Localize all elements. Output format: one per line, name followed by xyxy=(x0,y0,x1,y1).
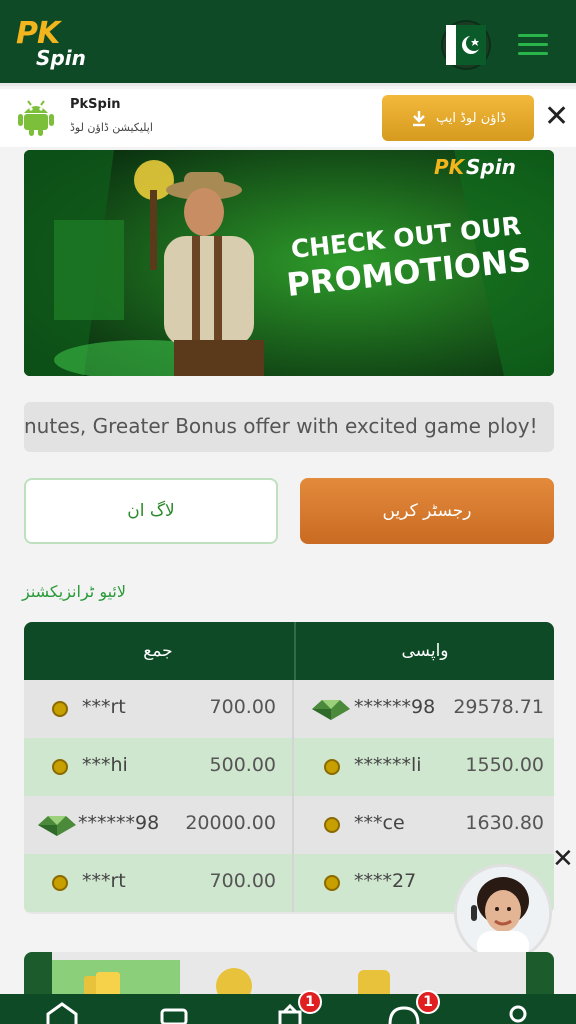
android-icon xyxy=(18,100,54,136)
download-app-button[interactable]: ڈاؤن لوڈ ایپ xyxy=(382,95,534,141)
app-description: اپلیکیشن ڈاؤن لوڈ xyxy=(70,121,153,134)
deposit-amount: 500.00 xyxy=(209,754,276,776)
deposit-user: ******98 xyxy=(78,812,160,834)
pkspin-logo[interactable]: PK Spin xyxy=(16,16,98,72)
withdraw-cell: ***ce 1630.80 xyxy=(292,796,554,854)
coin-icon xyxy=(324,759,340,775)
banner-brand-spin: Spin xyxy=(466,155,516,179)
withdraw-header: واپسی xyxy=(294,622,554,680)
withdraw-amount: 1550.00 xyxy=(465,754,544,776)
home-icon[interactable] xyxy=(44,1002,80,1024)
top-header: PK Spin xyxy=(0,0,576,86)
deposit-amount: 700.00 xyxy=(209,696,276,718)
gift-nav-item[interactable]: 1 xyxy=(272,990,322,1024)
register-button[interactable]: رجسٹر کریں xyxy=(300,478,554,544)
deposit-amount: 20000.00 xyxy=(185,812,276,834)
profile-icon[interactable] xyxy=(500,1002,536,1024)
logo-spin-text: Spin xyxy=(36,46,86,70)
table-header: جمع واپسی xyxy=(24,622,554,680)
deposit-user: ***rt xyxy=(82,870,126,892)
close-app-bar-icon[interactable]: ✕ xyxy=(544,99,569,135)
announcement-ticker: nutes, Greater Bonus offer with excited … xyxy=(24,402,554,452)
deposit-header: جمع xyxy=(143,641,173,661)
withdraw-user: ****27 xyxy=(354,870,417,892)
deposit-cell: ***rt 700.00 xyxy=(24,680,288,738)
table-row: ***rt 700.00 ******98 29578.71 xyxy=(24,680,554,738)
coin-icon xyxy=(52,759,68,775)
coin-icon xyxy=(52,875,68,891)
promotions-icon[interactable] xyxy=(156,1002,192,1024)
table-row: ******98 20000.00 ***ce 1630.80 xyxy=(24,796,554,854)
app-download-bar: PkSpin اپلیکیشن ڈاؤن لوڈ ڈاؤن لوڈ ایپ ✕ xyxy=(0,89,576,147)
withdraw-user: ******li xyxy=(354,754,422,776)
close-support-icon[interactable]: ✕ xyxy=(552,844,574,874)
download-icon xyxy=(413,111,426,127)
gift-badge: 1 xyxy=(298,990,322,1014)
promotions-banner[interactable]: PK Spin CHECK OUT OUR PROMOTIONS xyxy=(24,150,554,376)
deposit-user: ***rt xyxy=(82,696,126,718)
deposit-user: ***hi xyxy=(82,754,128,776)
flag-graphic xyxy=(446,25,486,65)
messages-nav-item[interactable]: 1 xyxy=(386,990,440,1024)
bottom-navigation: 1 1 xyxy=(0,990,576,1024)
withdraw-user: ***ce xyxy=(354,812,405,834)
banner-brand-pk: PK xyxy=(434,155,466,179)
deposit-cell: ***hi 500.00 xyxy=(24,738,288,796)
coin-icon xyxy=(324,875,340,891)
pakistan-flag-icon[interactable] xyxy=(443,22,489,68)
deposit-cell: ***rt 700.00 xyxy=(24,854,288,912)
vip-gem-icon xyxy=(38,816,76,836)
withdraw-amount: 1630.80 xyxy=(465,812,544,834)
ticker-text: nutes, Greater Bonus offer with excited … xyxy=(24,414,538,438)
vip-gem-icon xyxy=(312,700,350,720)
deposit-amount: 700.00 xyxy=(209,870,276,892)
coin-icon xyxy=(52,701,68,717)
deposit-cell: ******98 20000.00 xyxy=(24,796,288,854)
messages-badge: 1 xyxy=(416,990,440,1014)
withdraw-cell: ******li 1550.00 xyxy=(292,738,554,796)
coin-icon xyxy=(324,817,340,833)
banner-artwork: PK Spin CHECK OUT OUR PROMOTIONS xyxy=(24,150,554,376)
app-name: PkSpin xyxy=(70,97,121,112)
live-transactions-title: لائیو ٹرانزیکشنز xyxy=(22,582,126,601)
login-button[interactable]: لاگ ان xyxy=(24,478,278,544)
transactions-table: جمع واپسی ***rt 700.00 ******98 29578.71… xyxy=(24,622,554,914)
hamburger-menu-icon[interactable] xyxy=(518,34,548,56)
withdraw-amount: 29578.71 xyxy=(453,696,544,718)
support-chat-avatar[interactable] xyxy=(454,864,552,962)
withdraw-user: ******98 xyxy=(354,696,436,718)
support-agent-icon xyxy=(457,867,549,959)
withdraw-cell: ******98 29578.71 xyxy=(292,680,554,738)
table-row: ***hi 500.00 ******li 1550.00 xyxy=(24,738,554,796)
download-app-label: ڈاؤن لوڈ ایپ xyxy=(436,110,506,126)
